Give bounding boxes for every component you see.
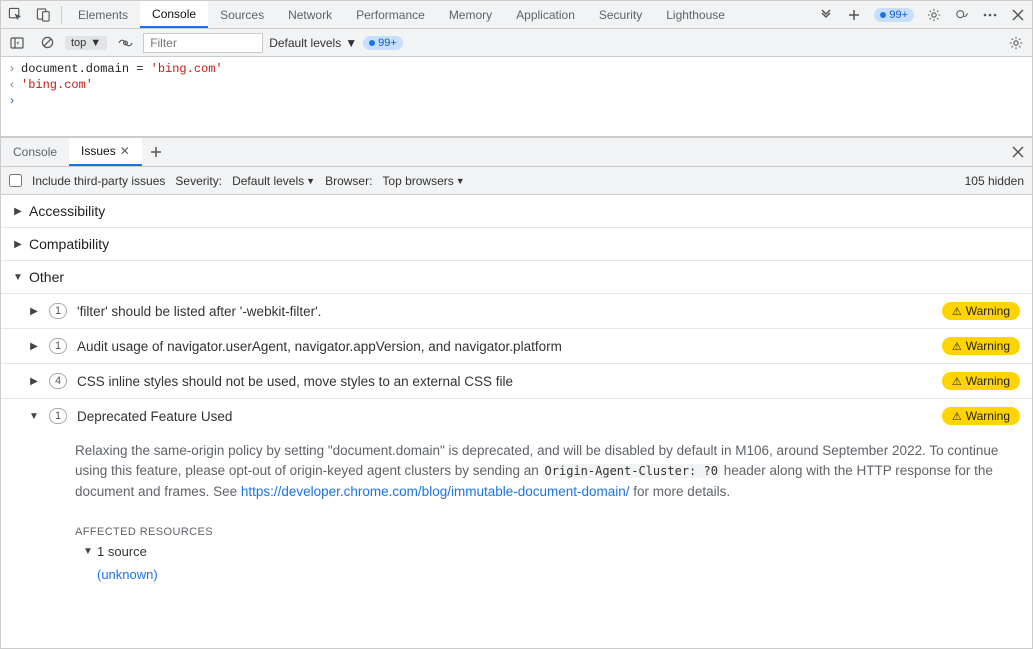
toggle-sidebar-icon[interactable] (5, 31, 29, 55)
section-title: Compatibility (29, 236, 109, 252)
expand-icon: ▶ (13, 239, 23, 250)
section-accessibility[interactable]: ▶ Accessibility (1, 195, 1032, 228)
source-count: 1 source (97, 544, 147, 559)
expand-icon: ▶ (29, 376, 39, 387)
tab-performance[interactable]: Performance (344, 1, 437, 28)
issue-title: Deprecated Feature Used (77, 409, 232, 424)
main-tabs: Elements Console Sources Network Perform… (66, 1, 737, 28)
affected-source-toggle[interactable]: ▼ 1 source (1, 542, 1032, 561)
close-devtools-icon[interactable] (1004, 1, 1032, 29)
section-title: Accessibility (29, 203, 105, 219)
drawer-tab-label: Issues (81, 144, 116, 158)
feedback-icon[interactable] (948, 1, 976, 29)
input-chevron-icon (7, 62, 17, 76)
collapse-icon: ▼ (29, 411, 39, 422)
code-text: document.domain = (21, 62, 151, 76)
console-input-line: document.domain = 'bing.com' (7, 61, 1026, 77)
tab-application[interactable]: Application (504, 1, 587, 28)
issue-count: 4 (49, 373, 67, 389)
issues-list: ▶ Accessibility ▶ Compatibility ▼ Other … (1, 195, 1032, 648)
issue-row[interactable]: ▶ 1 'filter' should be listed after '-we… (1, 294, 1032, 329)
device-toggle-icon[interactable] (29, 1, 57, 29)
add-tab-icon[interactable] (840, 1, 868, 29)
more-options-icon[interactable] (976, 1, 1004, 29)
drawer-tab-issues[interactable]: Issues ✕ (69, 138, 142, 166)
expand-icon: ▶ (29, 341, 39, 352)
collapse-icon: ▼ (83, 546, 93, 557)
expand-icon: ▶ (29, 306, 39, 317)
more-tabs-icon[interactable] (812, 1, 840, 29)
close-drawer-icon[interactable] (1004, 146, 1032, 158)
console-output-line: 'bing.com' (7, 77, 1026, 93)
severity-badge: Warning (942, 372, 1020, 390)
clear-console-icon[interactable] (35, 31, 59, 55)
tab-elements[interactable]: Elements (66, 1, 140, 28)
issue-title: Audit usage of navigator.userAgent, navi… (77, 339, 562, 354)
section-title: Other (29, 269, 64, 285)
issue-row[interactable]: ▶ 4 CSS inline styles should not be used… (1, 364, 1032, 399)
prompt-chevron-icon (7, 94, 17, 108)
expand-icon: ▶ (13, 206, 23, 217)
console-toolbar: top ▼ Default levels ▼ 99+ (1, 29, 1032, 57)
drawer-tabbar: Console Issues ✕ (1, 137, 1032, 167)
tab-console[interactable]: Console (140, 1, 208, 28)
code-snippet: Origin-Agent-Cluster: ?0 (543, 464, 720, 478)
code-string: 'bing.com' (151, 62, 223, 76)
console-prompt[interactable] (7, 93, 1026, 109)
severity-label: Severity: (175, 174, 222, 188)
browser-selector[interactable]: Top browsers▼ (382, 174, 464, 188)
drawer-tab-console[interactable]: Console (1, 138, 69, 166)
context-selector[interactable]: top ▼ (65, 36, 107, 50)
issue-row[interactable]: ▼ 1 Deprecated Feature Used Warning (1, 399, 1032, 433)
tab-network[interactable]: Network (276, 1, 344, 28)
add-drawer-tab-icon[interactable] (142, 146, 170, 158)
devtools-tabbar: Elements Console Sources Network Perform… (1, 1, 1032, 29)
tab-lighthouse[interactable]: Lighthouse (654, 1, 737, 28)
source-link[interactable]: (unknown) (1, 561, 1032, 592)
include-thirdparty-label: Include third-party issues (32, 174, 165, 188)
doc-link[interactable]: https://developer.chrome.com/blog/immuta… (241, 484, 630, 499)
tab-sources[interactable]: Sources (208, 1, 276, 28)
include-thirdparty-checkbox[interactable] (9, 174, 22, 187)
issues-counter-toolbar[interactable]: 99+ (363, 35, 403, 50)
output-chevron-icon (7, 78, 17, 92)
console-settings-icon[interactable] (1004, 31, 1028, 55)
issue-description: Relaxing the same-origin policy by setti… (1, 433, 1032, 516)
log-levels-selector[interactable]: Default levels ▼ (269, 36, 357, 50)
issue-count: 1 (49, 338, 67, 354)
section-other[interactable]: ▼ Other (1, 261, 1032, 294)
settings-icon[interactable] (920, 1, 948, 29)
affected-resources-label: AFFECTED RESOURCES (1, 516, 1032, 542)
issue-title: 'filter' should be listed after '-webkit… (77, 304, 321, 319)
issue-count: 1 (49, 303, 67, 319)
issue-title: CSS inline styles should not be used, mo… (77, 374, 513, 389)
hidden-issues-count: 105 hidden (965, 174, 1024, 188)
chevron-down-icon: ▼ (306, 176, 315, 186)
close-tab-icon[interactable]: ✕ (120, 144, 130, 158)
severity-badge: Warning (942, 407, 1020, 425)
section-compatibility[interactable]: ▶ Compatibility (1, 228, 1032, 261)
browser-label: Browser: (325, 174, 372, 188)
issues-counter-top[interactable]: 99+ (868, 7, 920, 22)
context-value: top (71, 37, 86, 49)
code-string: 'bing.com' (21, 78, 93, 92)
severity-selector[interactable]: Default levels▼ (232, 174, 315, 188)
chevron-down-icon: ▼ (456, 176, 465, 186)
filter-input[interactable] (143, 33, 263, 53)
chevron-down-icon: ▼ (345, 36, 357, 50)
issue-row[interactable]: ▶ 1 Audit usage of navigator.userAgent, … (1, 329, 1032, 364)
issue-count: 1 (49, 408, 67, 424)
tab-security[interactable]: Security (587, 1, 654, 28)
log-levels-label: Default levels (269, 36, 341, 50)
divider (61, 6, 62, 24)
chevron-down-icon: ▼ (90, 37, 101, 49)
tab-memory[interactable]: Memory (437, 1, 504, 28)
severity-badge: Warning (942, 337, 1020, 355)
collapse-icon: ▼ (13, 272, 23, 283)
live-expression-icon[interactable] (113, 31, 137, 55)
inspect-icon[interactable] (1, 1, 29, 29)
console-output: document.domain = 'bing.com' 'bing.com' (1, 57, 1032, 137)
issues-filter-bar: Include third-party issues Severity: Def… (1, 167, 1032, 195)
severity-badge: Warning (942, 302, 1020, 320)
